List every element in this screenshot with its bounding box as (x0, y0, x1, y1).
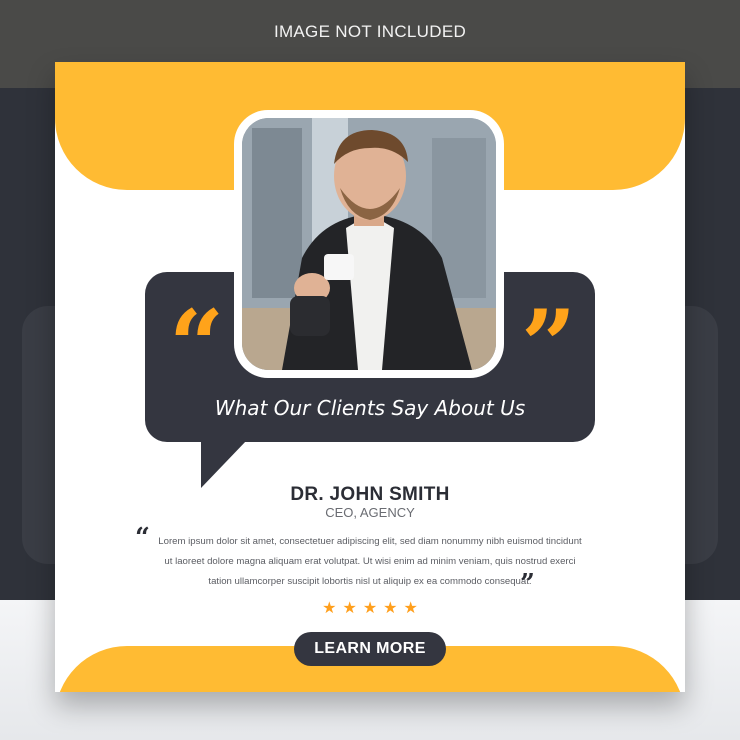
open-quote-icon: “ (135, 523, 150, 553)
bubble-title: What Our Clients Say About Us (214, 396, 526, 420)
client-role: CEO, AGENCY (325, 505, 415, 520)
client-name: DR. JOHN SMITH (290, 484, 450, 505)
photo-frame (234, 110, 504, 378)
client-photo (242, 118, 496, 370)
star-icon: ★ (322, 598, 337, 617)
image-not-included-notice: IMAGE NOT INCLUDED (273, 22, 467, 41)
star-icon: ★ (403, 598, 418, 617)
learn-more-button[interactable]: LEARN MORE (294, 632, 446, 666)
testimonial-card: “ ” What Our Clients Say About Us DR. JO… (55, 62, 685, 692)
close-quote-icon: ” (521, 289, 577, 402)
client-photo-illustration (242, 118, 496, 370)
star-icon: ★ (342, 598, 357, 617)
rating-stars: ★ ★ ★ ★ ★ (55, 598, 685, 617)
close-quote-icon: ” (520, 569, 535, 599)
star-icon: ★ (362, 598, 378, 617)
speech-bubble-tail (201, 440, 247, 488)
star-icon: ★ (383, 598, 398, 617)
open-quote-icon: “ (169, 289, 225, 402)
